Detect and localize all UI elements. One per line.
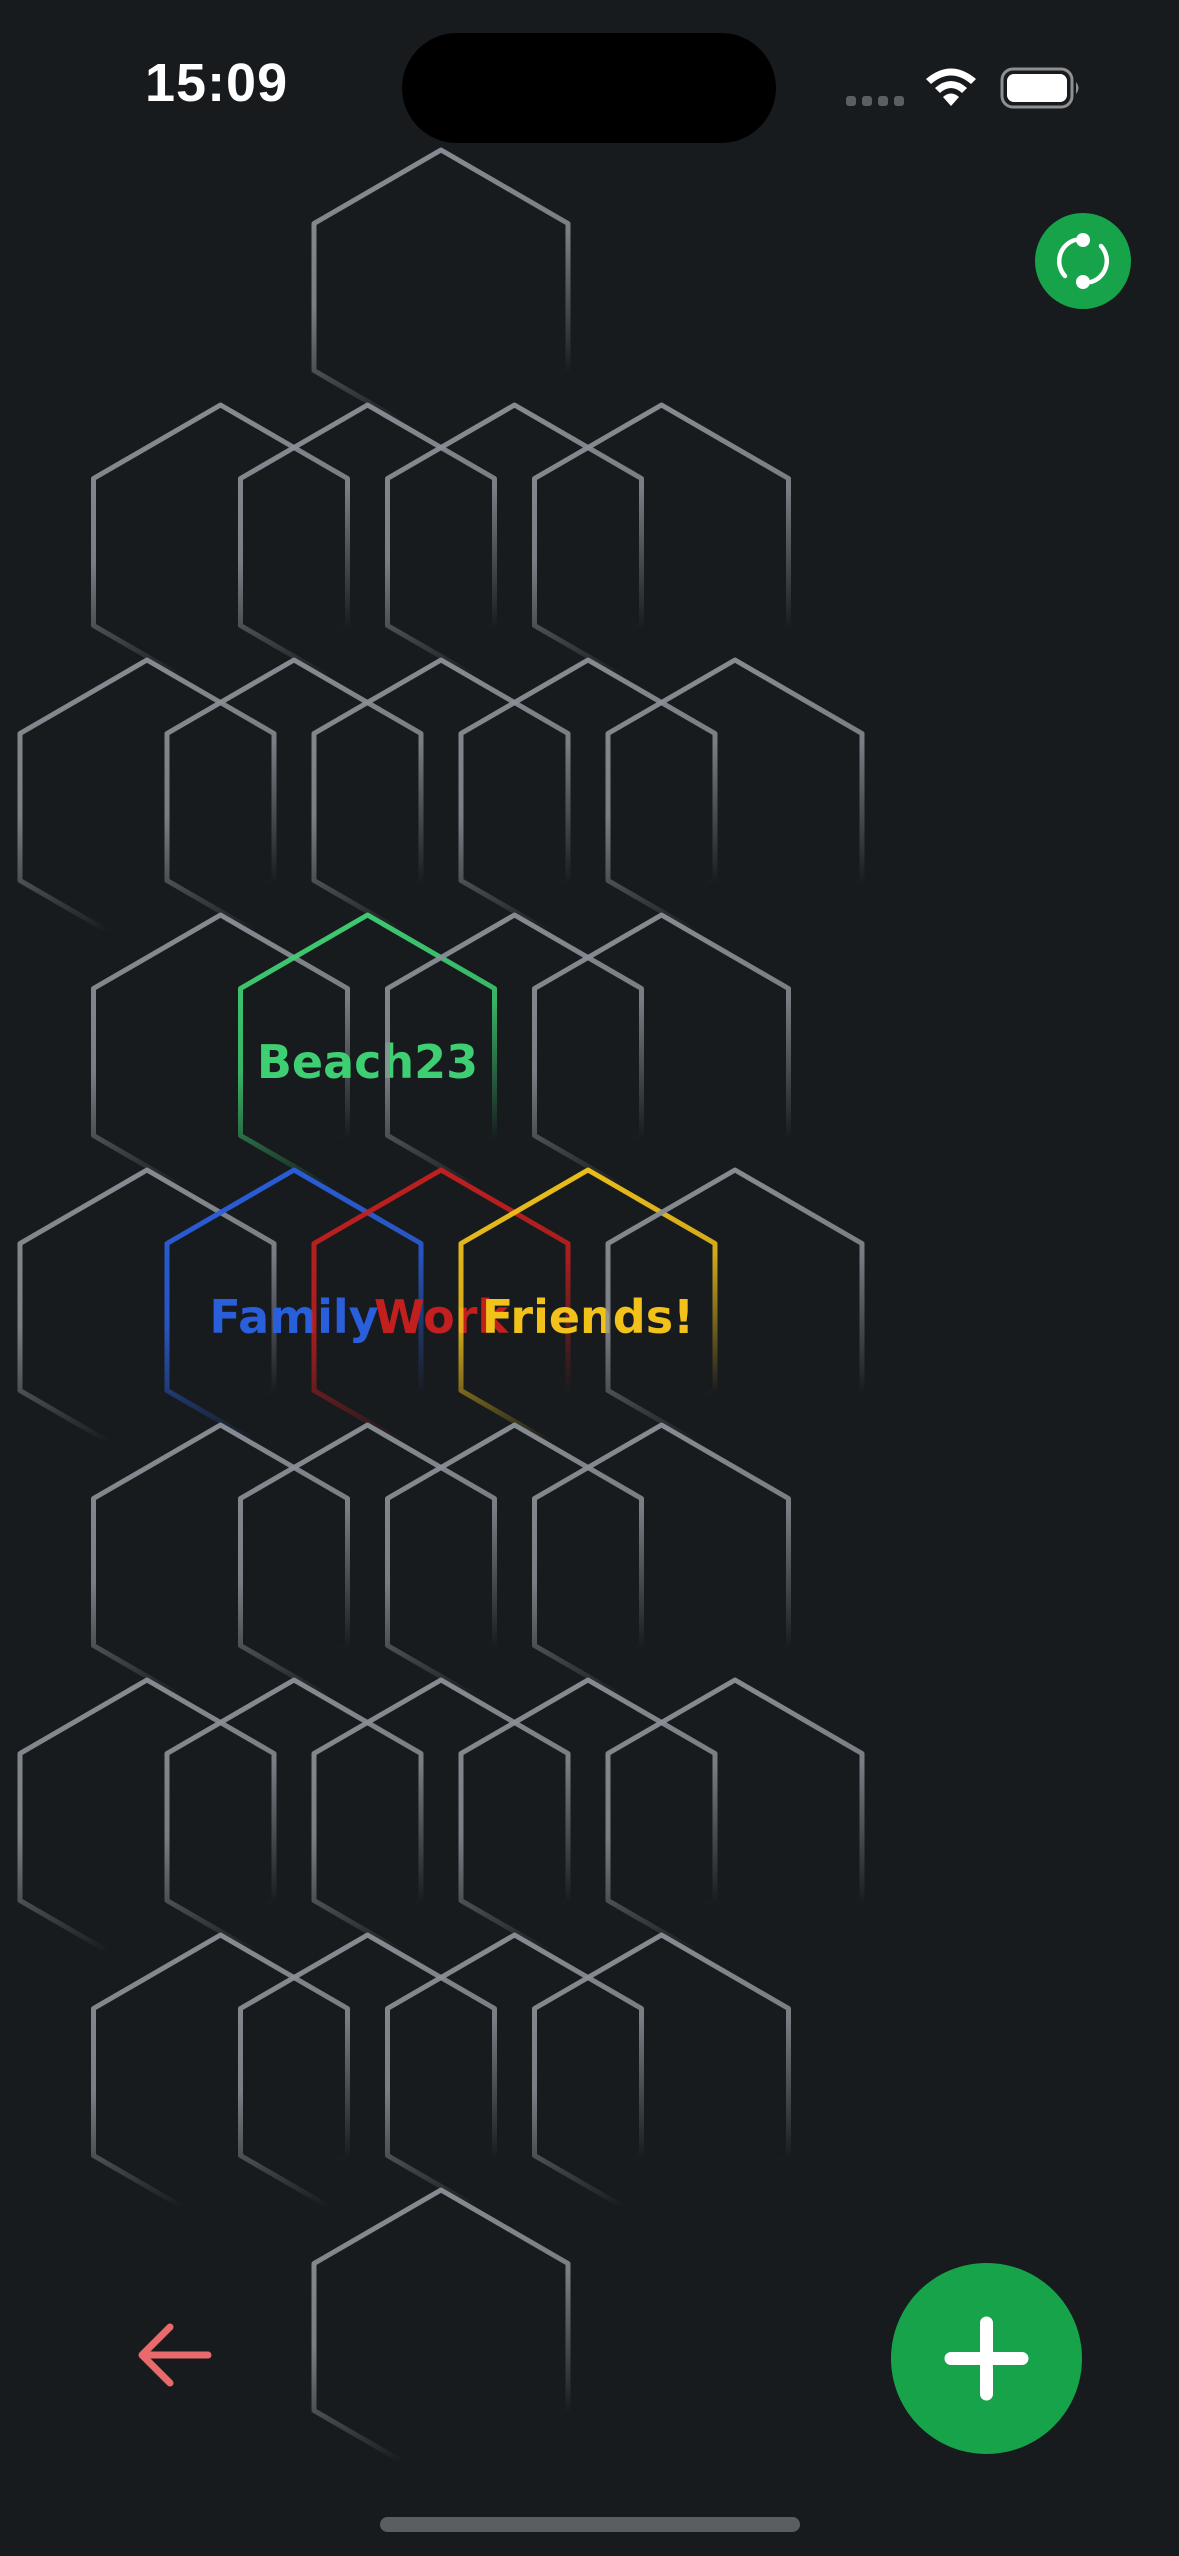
empty-hex[interactable]: [385, 402, 644, 702]
empty-hex[interactable]: [17, 657, 277, 957]
home-indicator: [380, 2517, 800, 2532]
empty-hex[interactable]: [311, 147, 571, 447]
empty-hex[interactable]: [311, 657, 571, 957]
empty-hex[interactable]: [91, 1422, 350, 1722]
empty-hex[interactable]: [91, 1932, 350, 2232]
empty-hex[interactable]: [164, 657, 424, 957]
empty-hex[interactable]: [458, 657, 718, 957]
empty-hex[interactable]: [385, 1422, 644, 1722]
empty-hex[interactable]: [164, 1677, 424, 1977]
empty-hex[interactable]: [458, 1677, 718, 1977]
group-label: Friends!: [482, 1290, 694, 1344]
arrow-left-icon: [138, 2323, 212, 2387]
empty-hex[interactable]: [385, 1932, 644, 2232]
add-button[interactable]: [891, 2263, 1082, 2454]
empty-hex[interactable]: [238, 402, 497, 702]
empty-hex[interactable]: [532, 912, 791, 1212]
back-button[interactable]: [130, 2315, 230, 2395]
empty-hex[interactable]: [532, 402, 791, 702]
group-label: Beach23: [257, 1035, 478, 1089]
sync-icon: [1056, 233, 1110, 289]
empty-hex[interactable]: [238, 1932, 497, 2232]
empty-hex[interactable]: [532, 1422, 791, 1722]
empty-hex[interactable]: [311, 1677, 571, 1977]
hex-grid: Beach23FamilyWorkFriends!: [17, 147, 865, 2487]
empty-hex[interactable]: [91, 402, 350, 702]
empty-hex[interactable]: [605, 657, 865, 957]
screen: 15:09 Beach23 Family Work Friends!: [0, 0, 1179, 2556]
empty-hex[interactable]: [311, 2187, 571, 2487]
plus-icon: [944, 2316, 1029, 2401]
sync-button[interactable]: [1035, 213, 1131, 309]
empty-hex[interactable]: [17, 1677, 277, 1977]
empty-hex[interactable]: [238, 1422, 497, 1722]
empty-hex[interactable]: [532, 1932, 791, 2232]
group-label: Family: [209, 1290, 378, 1344]
empty-hex[interactable]: [605, 1677, 865, 1977]
